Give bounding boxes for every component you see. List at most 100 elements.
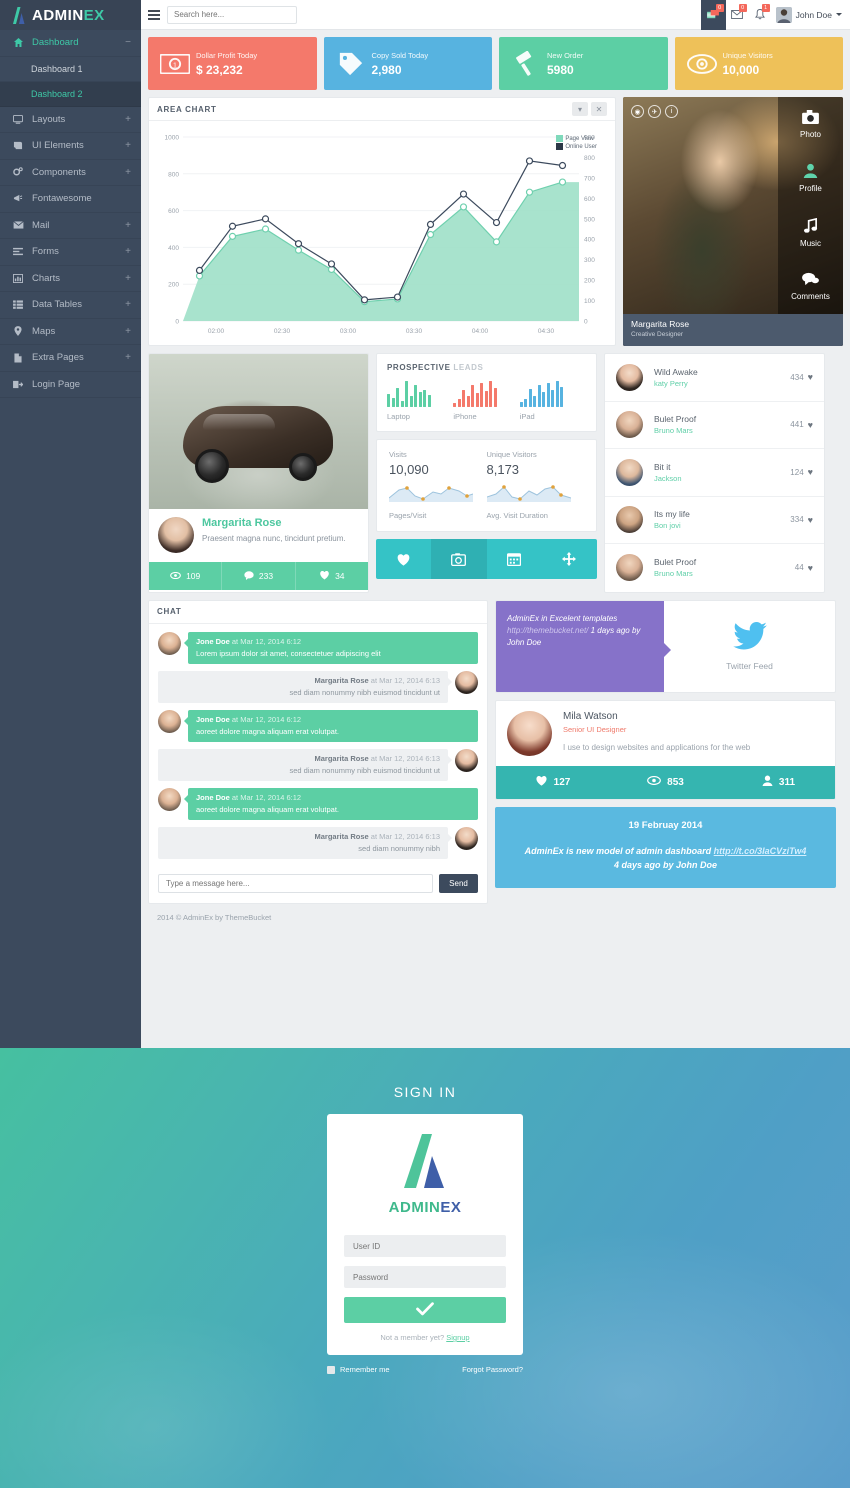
close-icon[interactable]: ✕	[591, 102, 607, 116]
car-wheel-front	[195, 449, 229, 483]
sidebar-item-extra-pages[interactable]: Extra Pages +	[0, 345, 141, 372]
expand-plus-icon[interactable]: +	[125, 326, 131, 337]
chat-head: Margarita Rose at Mar 12, 2014 6:13	[166, 676, 441, 685]
brand-logo-area[interactable]: ADMINEX	[0, 0, 141, 30]
visits-title: Unique Visitors	[486, 450, 537, 459]
sidebar-item-dashboard[interactable]: Dashboard −	[0, 30, 141, 57]
stat-card-copy-sold[interactable]: Copy Sold Today 2,980	[323, 37, 492, 90]
heart-icon[interactable]: ♥	[808, 467, 813, 477]
quick-action-move[interactable]	[542, 539, 597, 579]
photo-menu-item-profile[interactable]: Profile	[778, 151, 843, 205]
badge-count: 0	[715, 3, 724, 12]
panel-tools: ▾ ✕	[572, 102, 607, 116]
stat-card-dollar-profit[interactable]: 1 Dollar Profit Today $ 23,232	[148, 37, 317, 90]
social-links: ◉ ✈ i	[631, 105, 678, 118]
collapse-minus-icon[interactable]: −	[125, 37, 131, 48]
file-icon	[11, 353, 25, 363]
sparkline-bar	[560, 387, 564, 407]
twitter-feed-card: AdminEx in Excelent templates http://the…	[495, 599, 836, 693]
heart-icon[interactable]: ♥	[808, 420, 813, 430]
announcement-text-post: 4 days ago by John Doe	[613, 859, 718, 870]
expand-plus-icon[interactable]: +	[125, 246, 131, 257]
stat-card-new-order[interactable]: New Order 5980	[499, 37, 668, 90]
chevron-down-icon[interactable]: ▾	[572, 102, 588, 116]
chart-legend: Page View Online User	[556, 135, 597, 151]
expand-plus-icon[interactable]: +	[125, 273, 131, 284]
list-item[interactable]: Wild Awake katy Perry 434 ♥	[605, 354, 824, 402]
person-stat-followers[interactable]: 311	[722, 766, 835, 799]
profile-stat-views[interactable]: 109	[149, 562, 223, 590]
sidebar-item-maps[interactable]: Maps +	[0, 319, 141, 345]
forgot-password-link[interactable]: Forgot Password?	[462, 1365, 523, 1374]
info-icon[interactable]: i	[665, 105, 678, 118]
quick-action-camera[interactable]	[431, 539, 487, 579]
person-stat-views[interactable]: 853	[609, 766, 722, 799]
send-button[interactable]: Send	[439, 874, 478, 894]
twitter-icon[interactable]: ✈	[648, 105, 661, 118]
announcement-link[interactable]: http://t.co/3IaCVziTw4	[714, 846, 807, 856]
chevron-down-icon[interactable]	[836, 13, 842, 16]
signup-link[interactable]: Signup	[446, 1333, 469, 1342]
photo-menu-item-comments[interactable]: Comments	[778, 260, 843, 314]
user-menu[interactable]: John Doe	[772, 6, 850, 23]
expand-plus-icon[interactable]: +	[125, 299, 131, 310]
list-item[interactable]: Bit it Jackson 124 ♥	[605, 449, 824, 497]
chat-input-row: Send	[149, 874, 487, 903]
expand-plus-icon[interactable]: +	[125, 352, 131, 363]
sidebar-item-layouts[interactable]: Layouts +	[0, 107, 141, 133]
area-chart-canvas: 0 200 400 600 800 1000 0 100 200 300 400 500 600 700 8…	[149, 121, 615, 346]
stat-title: Unique Visitors	[722, 50, 773, 60]
envelope-icon[interactable]: 0	[726, 0, 749, 30]
search-input[interactable]	[167, 5, 297, 24]
sidebar-item-forms[interactable]: Forms +	[0, 239, 141, 266]
expand-plus-icon[interactable]: +	[125, 220, 131, 231]
userid-field[interactable]	[344, 1235, 506, 1257]
stat-value: 2,980	[371, 62, 402, 77]
heart-icon[interactable]: ♥	[808, 515, 813, 525]
password-field[interactable]	[344, 1266, 506, 1288]
sidebar-item-dashboard-1[interactable]: Dashboard 1	[0, 57, 141, 82]
bell-icon[interactable]: 1	[749, 0, 772, 30]
area-chart-column: AREA CHART ▾ ✕ 0 200 400 600 800 1000 0 100 200 3…	[148, 97, 616, 346]
money-bill-icon: 1	[154, 53, 196, 74]
stat-card-unique-visitors[interactable]: Unique Visitors 10,000	[674, 37, 843, 90]
stat-text: Copy Sold Today 2,980	[372, 51, 487, 77]
sidebar-item-ui-elements[interactable]: UI Elements +	[0, 133, 141, 160]
expand-plus-icon[interactable]: +	[125, 140, 131, 151]
adminex-logo-icon	[344, 1130, 506, 1192]
sidebar-item-data-tables[interactable]: Data Tables +	[0, 292, 141, 319]
person-stat-likes[interactable]: 127	[496, 766, 609, 799]
heart-icon[interactable]: ♥	[808, 563, 813, 573]
sidebar-item-dashboard-2[interactable]: Dashboard 2	[0, 81, 141, 107]
sidebar-item-mail[interactable]: Mail +	[0, 213, 141, 239]
login-brand-accent: EX	[440, 1199, 462, 1216]
expand-plus-icon[interactable]: +	[125, 167, 131, 178]
tweet-link[interactable]: http://themebucket.net/	[507, 626, 588, 635]
remember-me-checkbox[interactable]	[327, 1365, 335, 1374]
heart-icon[interactable]: ♥	[808, 372, 813, 382]
list-item[interactable]: Bulet Proof Bruno Mars 44 ♥	[605, 544, 824, 592]
chat-bubble-left: Jone Doe at Mar 12, 2014 6:12 aoreet dol…	[184, 709, 478, 742]
sidebar-item-login-page[interactable]: Login Page	[0, 372, 141, 398]
photo-menu-item-photo[interactable]: Photo	[778, 97, 843, 151]
hamburger-icon[interactable]	[141, 9, 167, 20]
sparkline-bar	[528, 389, 532, 407]
visits-sparkline-right	[486, 485, 571, 502]
profile-stat-likes[interactable]: 34	[296, 562, 368, 590]
sidebar-item-charts[interactable]: Charts +	[0, 266, 141, 292]
signin-submit-button[interactable]	[344, 1297, 506, 1323]
profile-description: Praesent magna nunc, tincidunt pretium.	[202, 534, 346, 543]
sidebar-item-components[interactable]: Components +	[0, 160, 141, 186]
instagram-icon[interactable]: ◉	[631, 105, 644, 118]
list-item[interactable]: Bulet Proof Bruno Mars 441 ♥	[605, 402, 824, 449]
quick-action-heart[interactable]	[376, 539, 431, 579]
sidebar-item-fontawesome[interactable]: Fontawesome	[0, 186, 141, 213]
messages-stack-icon[interactable]: 0	[700, 0, 726, 30]
expand-plus-icon[interactable]: +	[125, 114, 131, 125]
svg-text:04:00: 04:00	[472, 328, 489, 335]
photo-menu-item-music[interactable]: Music	[778, 206, 843, 260]
chat-message-input[interactable]	[158, 874, 433, 894]
list-item[interactable]: Its my life Bon jovi 334 ♥	[605, 497, 824, 544]
quick-action-calendar[interactable]	[487, 539, 542, 579]
profile-stat-comments[interactable]: 233	[222, 562, 296, 590]
